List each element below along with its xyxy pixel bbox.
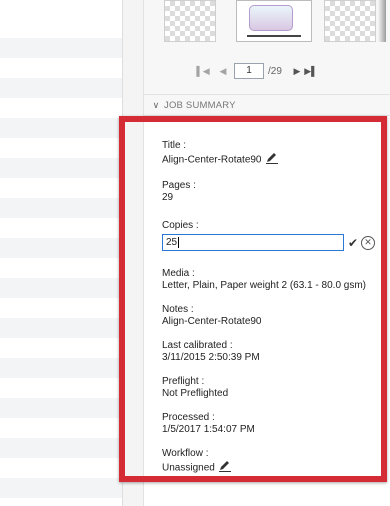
title-field: Title : Align-Center-Rotate90 [162,140,279,168]
pages-value: 29 [162,192,174,203]
list-row-stripe [0,398,122,418]
notes-label: Notes : [162,304,194,315]
title-label: Title : [162,140,187,151]
page-thumbnail-previous[interactable] [164,0,216,42]
processed-value: 1/5/2017 1:54:07 PM [162,424,255,435]
copies-field: Copies : 25 ✔ ✕ [162,220,376,251]
list-row-stripe [0,158,122,178]
job-summary-title: JOB SUMMARY [164,99,236,111]
thumbnail-artwork [249,5,293,31]
list-row-stripe [0,358,122,378]
workflow-label: Workflow : [162,448,209,459]
media-label: Media : [162,268,195,279]
pages-field: Pages : 29 [162,180,196,204]
first-page-icon[interactable]: ▌◀ [196,66,210,77]
total-pages: /29 [268,65,282,77]
job-details-pane: ▌◀ ◀ 1 /29 ▶ ▶▌ ∨ JOB SUMMARY Title : Al… [144,0,390,506]
page-navigator: ▌◀ ◀ 1 /29 ▶ ▶▌ [196,62,318,80]
media-value: Letter, Plain, Paper weight 2 (63.1 - 80… [162,280,366,291]
copies-input-value: 25 [166,237,178,248]
processed-field: Processed : 1/5/2017 1:54:07 PM [162,412,255,436]
list-row-stripe [0,438,122,458]
list-row-stripe [0,478,122,498]
previous-page-icon[interactable]: ◀ [216,66,230,77]
text-caret [178,237,180,248]
left-pane [0,0,122,506]
copies-input[interactable]: 25 [162,234,344,251]
copies-label: Copies : [162,220,199,231]
list-row-stripe [0,78,122,98]
page-thumbnail-current[interactable] [236,0,312,42]
notes-field: Notes : Align-Center-Rotate90 [162,304,262,328]
notes-value: Align-Center-Rotate90 [162,316,262,327]
thumbnail-text-line [247,35,301,37]
page-thumbnails [150,0,386,44]
list-row-stripe [0,238,122,258]
job-summary-header[interactable]: ∨ JOB SUMMARY [144,94,390,116]
workflow-field: Workflow : Unassigned [162,448,232,476]
page-thumbnail-next[interactable] [324,0,376,42]
workflow-value: Unassigned [162,462,215,474]
preflight-value: Not Preflighted [162,388,229,399]
list-row-stripe [0,118,122,138]
list-row-stripe [0,318,122,338]
title-value-row: Align-Center-Rotate90 [162,152,279,168]
cancel-circle-icon[interactable]: ✕ [361,235,376,250]
processed-label: Processed : [162,412,215,423]
workflow-value-row: Unassigned [162,460,232,476]
last-calibrated-label: Last calibrated : [162,340,233,351]
confirm-check-icon[interactable]: ✔ [348,237,358,249]
pencil-edit-icon[interactable] [265,152,279,168]
pages-label: Pages : [162,180,196,191]
list-row-stripe [0,38,122,58]
pencil-edit-icon[interactable] [218,460,232,476]
pane-splitter[interactable] [122,0,144,506]
page-number-input[interactable]: 1 [234,63,264,79]
title-value: Align-Center-Rotate90 [162,154,262,166]
media-field: Media : Letter, Plain, Paper weight 2 (6… [162,268,366,292]
last-calibrated-value: 3/11/2015 2:50:39 PM [162,352,260,363]
next-page-icon[interactable]: ▶ [290,66,304,77]
list-row-stripe [0,278,122,298]
preflight-label: Preflight : [162,376,205,387]
thumbnail-scroll-shadow [378,0,386,42]
chevron-down-icon[interactable]: ∨ [144,100,164,111]
last-calibrated-field: Last calibrated : 3/11/2015 2:50:39 PM [162,340,260,364]
preflight-field: Preflight : Not Preflighted [162,376,228,400]
last-page-icon[interactable]: ▶▌ [304,66,318,77]
list-row-stripe [0,198,122,218]
job-summary-panel: Title : Align-Center-Rotate90 Pages : 29… [144,116,390,506]
